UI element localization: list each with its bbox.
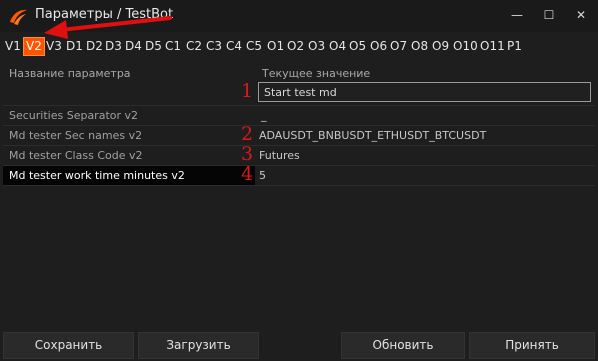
tab-strip: V1 V2 V3 D1 D2 D3 D4 D5 C1 C2 C3 C4 C5 O… — [3, 35, 598, 59]
parameter-name: Md tester work time minutes v2 — [3, 166, 255, 185]
tab-v3[interactable]: V3 — [44, 37, 64, 56]
parameters-grid: Название параметра Текущее значение 1 Se… — [3, 64, 595, 319]
tab-o6[interactable]: O6 — [368, 37, 389, 56]
tab-p1[interactable]: P1 — [505, 37, 524, 56]
tab-d2[interactable]: D2 — [84, 37, 105, 56]
tab-c4[interactable]: C4 — [224, 37, 244, 56]
refresh-button[interactable]: Обновить — [341, 332, 465, 359]
parameter-name: Securities Separator v2 — [9, 109, 139, 122]
tab-c3[interactable]: C3 — [204, 37, 224, 56]
parameter-value: Futures — [259, 149, 300, 162]
column-header-name: Название параметра — [9, 67, 131, 80]
parameter-value: _ — [261, 109, 267, 122]
window-title: Параметры / TestBot — [35, 7, 174, 22]
tab-d5[interactable]: D5 — [143, 37, 164, 56]
annotation-number-2: 2 — [241, 123, 254, 145]
tab-c5[interactable]: C5 — [244, 37, 264, 56]
annotation-number-4: 4 — [241, 163, 254, 185]
button-bar: Сохранить Загрузить Обновить Принять — [0, 330, 598, 361]
tab-o7[interactable]: O7 — [388, 37, 409, 56]
tab-o3[interactable]: O3 — [306, 37, 327, 56]
table-row[interactable]: Md tester Class Code v2 3 Futures — [3, 143, 595, 165]
annotation-number-3: 3 — [241, 143, 254, 165]
tab-o9[interactable]: O9 — [430, 37, 451, 56]
save-button[interactable]: Сохранить — [3, 332, 134, 359]
tab-v1[interactable]: V1 — [3, 37, 23, 56]
tab-d3[interactable]: D3 — [103, 37, 124, 56]
annotation-number-1: 1 — [241, 80, 254, 102]
minimize-button[interactable]: — — [500, 0, 534, 30]
maximize-button[interactable]: ☐ — [532, 0, 566, 30]
tab-o5[interactable]: O5 — [347, 37, 368, 56]
app-logo-icon — [10, 9, 27, 25]
table-row[interactable]: Securities Separator v2 _ — [3, 106, 595, 125]
close-button[interactable]: ✕ — [564, 0, 598, 30]
parameter-value: ADAUSDT_BNBUSDT_ETHUSDT_BTCUSDT — [259, 129, 487, 142]
parameter-value: 5 — [259, 169, 266, 182]
parameter-name: Md tester Class Code v2 — [9, 149, 143, 162]
tab-c1[interactable]: C1 — [163, 37, 183, 56]
title-bar: Параметры / TestBot — ☐ ✕ — [0, 0, 598, 32]
tab-o4[interactable]: O4 — [327, 37, 348, 56]
row-divider — [3, 185, 595, 186]
column-header-value: Текущее значение — [262, 67, 371, 80]
accept-button[interactable]: Принять — [469, 332, 595, 359]
table-row-selected[interactable]: Md tester work time minutes v2 4 5 — [3, 163, 595, 185]
tab-o11[interactable]: O11 — [478, 37, 507, 56]
tab-d1[interactable]: D1 — [64, 37, 85, 56]
tab-o1[interactable]: O1 — [265, 37, 286, 56]
tab-o8[interactable]: O8 — [409, 37, 430, 56]
tab-c2[interactable]: C2 — [184, 37, 204, 56]
parameter-value-input[interactable] — [258, 82, 591, 102]
parameter-name: Md tester Sec names v2 — [9, 129, 143, 142]
tab-v2[interactable]: V2 — [23, 37, 45, 56]
tab-o2[interactable]: O2 — [285, 37, 306, 56]
load-button[interactable]: Загрузить — [138, 332, 259, 359]
tab-o10[interactable]: O10 — [451, 37, 480, 56]
table-row[interactable]: Md tester Sec names v2 2 ADAUSDT_BNBUSDT… — [3, 123, 595, 145]
tab-d4[interactable]: D4 — [123, 37, 144, 56]
